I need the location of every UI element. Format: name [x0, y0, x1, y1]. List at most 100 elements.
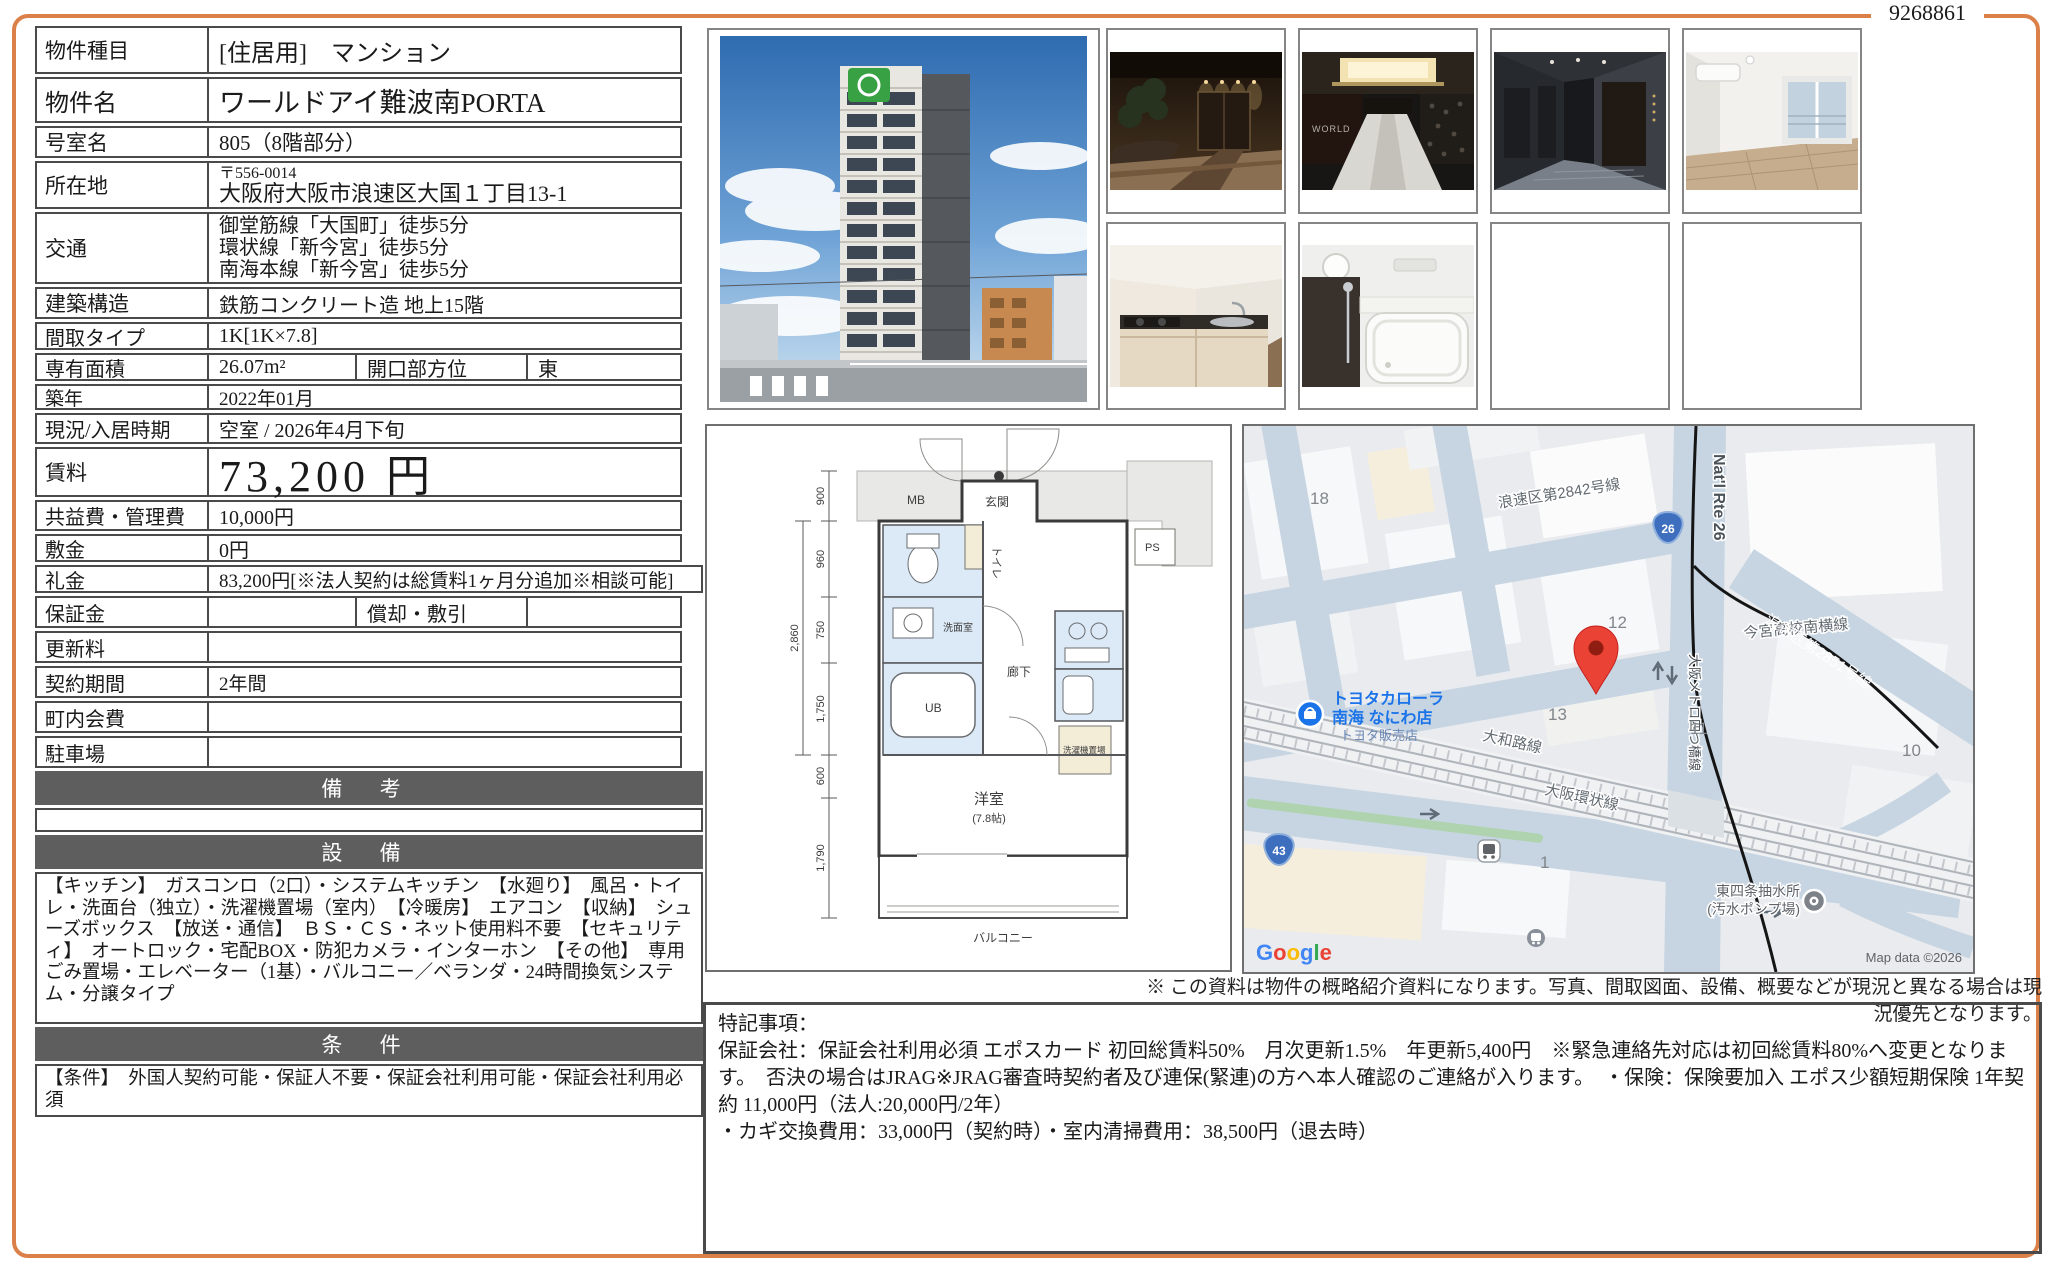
floorplan-label-room-size: (7.8帖): [972, 812, 1006, 825]
row-value: ワールドアイ難波南PORTA: [207, 79, 680, 121]
pump-station-label: 東四条抽水所: [1716, 883, 1800, 899]
photo-building-exterior: [707, 28, 1100, 410]
row-label: 交通: [37, 214, 207, 282]
building-exterior-illustration: [720, 36, 1087, 402]
dim-overall: 2,860: [789, 624, 801, 652]
block-number: 12: [1608, 613, 1627, 632]
row-label: 賃料: [37, 449, 207, 495]
entrance-illustration: [1110, 52, 1282, 190]
pump-station-label: (汚水ポンプ場): [1707, 901, 1800, 917]
access-line: 南海本線「新今宮」徒歩5分: [219, 259, 469, 281]
table-row: 築年 2022年01月: [35, 384, 682, 410]
row-label: 町内会費: [37, 703, 207, 731]
row-value: [207, 633, 680, 661]
equipment-header-bar: 設 備: [35, 835, 703, 869]
photo-entrance: [1106, 28, 1286, 214]
row-label: 間取タイプ: [37, 324, 207, 348]
bathroom-illustration: [1302, 245, 1474, 387]
street-label-metro: 大阪メトロ四つ橋線: [1687, 654, 1702, 771]
opening-direction-value: 東: [526, 355, 680, 379]
table-row: 交通 御堂筋線「大国町」徒歩5分 環状線「新今宮」徒歩5分 南海本線「新今宮」徒…: [35, 212, 682, 284]
toyota-poi-label[interactable]: トヨタカローラ: [1332, 690, 1444, 708]
row-value: [207, 703, 680, 731]
photo-room: [1682, 28, 1862, 214]
row-label: 共益費・管理費: [37, 502, 207, 529]
row-label: 所在地: [37, 163, 207, 207]
amortization-value: [526, 598, 680, 626]
svg-text:43: 43: [1272, 844, 1286, 858]
row-label: 現況/入居時期: [37, 415, 207, 442]
row-label: 専有面積: [37, 355, 207, 379]
toyota-poi-label[interactable]: 南海 なにわ店: [1332, 708, 1432, 727]
special-notes-title: 特記事項：: [718, 1011, 2027, 1038]
row-value: [207, 738, 680, 766]
table-row: 物件名 ワールドアイ難波南PORTA: [35, 77, 682, 123]
floorplan-label-ps: PS: [1145, 542, 1160, 554]
row-label: 契約期間: [37, 668, 207, 696]
row-value: 鉄筋コンクリート造 地上15階: [207, 289, 680, 317]
row-label: 建築構造: [37, 289, 207, 317]
floorplan-label-laundry: 洗濯機置場: [1063, 745, 1106, 755]
equipment-text: 【キッチン】 ガスコンロ（2口）・システムキッチン 【水廻り】 風呂・トイレ・洗…: [35, 872, 703, 1024]
amortization-label: 償却・敷引: [355, 598, 526, 626]
property-flyer-page: 9268861 物件種目 [住居用] マンション 物件名 ワールドアイ難波南PO…: [0, 0, 2056, 1265]
row-value: 2022年01月: [207, 386, 680, 408]
block-number: 13: [1548, 705, 1567, 724]
table-row: 町内会費: [35, 701, 682, 733]
svg-text:Google: Google: [1256, 940, 1332, 965]
table-row-rent: 賃料 73,200 円: [35, 447, 682, 497]
table-row: 専有面積 26.07m² 開口部方位 東: [35, 353, 682, 381]
dim-value: 960: [815, 550, 827, 568]
special-notes-line2: ・カギ交換費用：33,000円（契約時）・室内清掃費用：38,500円（退去時）: [718, 1119, 2027, 1146]
postal-code: 〒556-0014: [219, 165, 296, 182]
block-number: 11: [1690, 719, 1708, 738]
rent-value: 73,200 円: [207, 449, 680, 495]
kitchen-illustration: [1110, 245, 1282, 387]
google-logo: Google: [1256, 940, 1332, 965]
floorplan-box: 900 960 750 1,750 600 1,790 2,860 MB 玄関 …: [705, 424, 1232, 972]
map-credit: Map data ©2026: [1866, 950, 1962, 965]
special-notes-box: 特記事項： 保証会社：保証会社利用必須 エポスカード 初回総賃料50% 月次更新…: [703, 1002, 2042, 1254]
remarks-header-bar: 備 考: [35, 771, 703, 805]
map-box: 26 43: [1242, 424, 1975, 974]
table-row: 間取タイプ 1K[1K×7.8]: [35, 322, 682, 350]
property-table: 物件種目 [住居用] マンション 物件名 ワールドアイ難波南PORTA 号室名 …: [35, 26, 703, 1120]
access-line: 御堂筋線「大国町」徒歩5分: [219, 215, 469, 237]
dim-value: 600: [815, 767, 827, 785]
row-label: 敷金: [37, 536, 207, 560]
photo-kitchen: [1106, 222, 1286, 410]
photo-lobby: WORLD: [1298, 28, 1478, 214]
row-label: 築年: [37, 386, 207, 408]
table-row: 共益費・管理費 10,000円: [35, 500, 682, 531]
row-value: [207, 598, 355, 626]
access-line: 環状線「新今宮」徒歩5分: [219, 237, 449, 259]
table-row: 所在地 〒556-0014 大阪府大阪市浪速区大国１丁目13-1: [35, 161, 682, 209]
photo-hallway: [1490, 28, 1670, 214]
toyota-poi-sublabel: トヨタ販売店: [1340, 728, 1418, 743]
floorplan-label-entrance: 玄関: [985, 494, 1009, 509]
row-label: 礼金: [37, 567, 207, 591]
address: 大阪府大阪市浪速区大国１丁目13-1: [219, 182, 567, 206]
opening-direction-label: 開口部方位: [355, 355, 526, 379]
pump-station-poi-icon[interactable]: [1803, 890, 1825, 912]
room-illustration: [1686, 52, 1858, 190]
train-station-icon: [1478, 840, 1500, 862]
toyota-poi-icon[interactable]: [1297, 701, 1323, 727]
block-number: 1: [1540, 853, 1549, 872]
dim-value: 750: [815, 621, 827, 639]
table-row: 号室名 805（8階部分）: [35, 126, 682, 158]
table-row: 敷金 0円: [35, 534, 682, 562]
dim-value: 1,790: [815, 844, 827, 872]
row-value: 1K[1K×7.8]: [207, 324, 680, 348]
row-label: 号室名: [37, 128, 207, 156]
conditions-text: 【条件】 外国人契約可能・保証人不要・保証会社利用可能・保証会社利用必須: [35, 1064, 703, 1117]
row-label: 物件名: [37, 79, 207, 121]
table-row: 駐車場: [35, 736, 682, 768]
street-label-natl-rte-26: Nat'l Rte 26: [1710, 454, 1727, 541]
row-value: 10,000円: [207, 502, 680, 529]
table-row: 契約期間 2年間: [35, 666, 682, 698]
floorplan-label-mb: MB: [907, 493, 925, 507]
lobby-illustration: WORLD: [1302, 52, 1474, 190]
table-row: 保証金 償却・敷引: [35, 596, 682, 628]
google-map[interactable]: 26 43: [1244, 426, 1973, 972]
